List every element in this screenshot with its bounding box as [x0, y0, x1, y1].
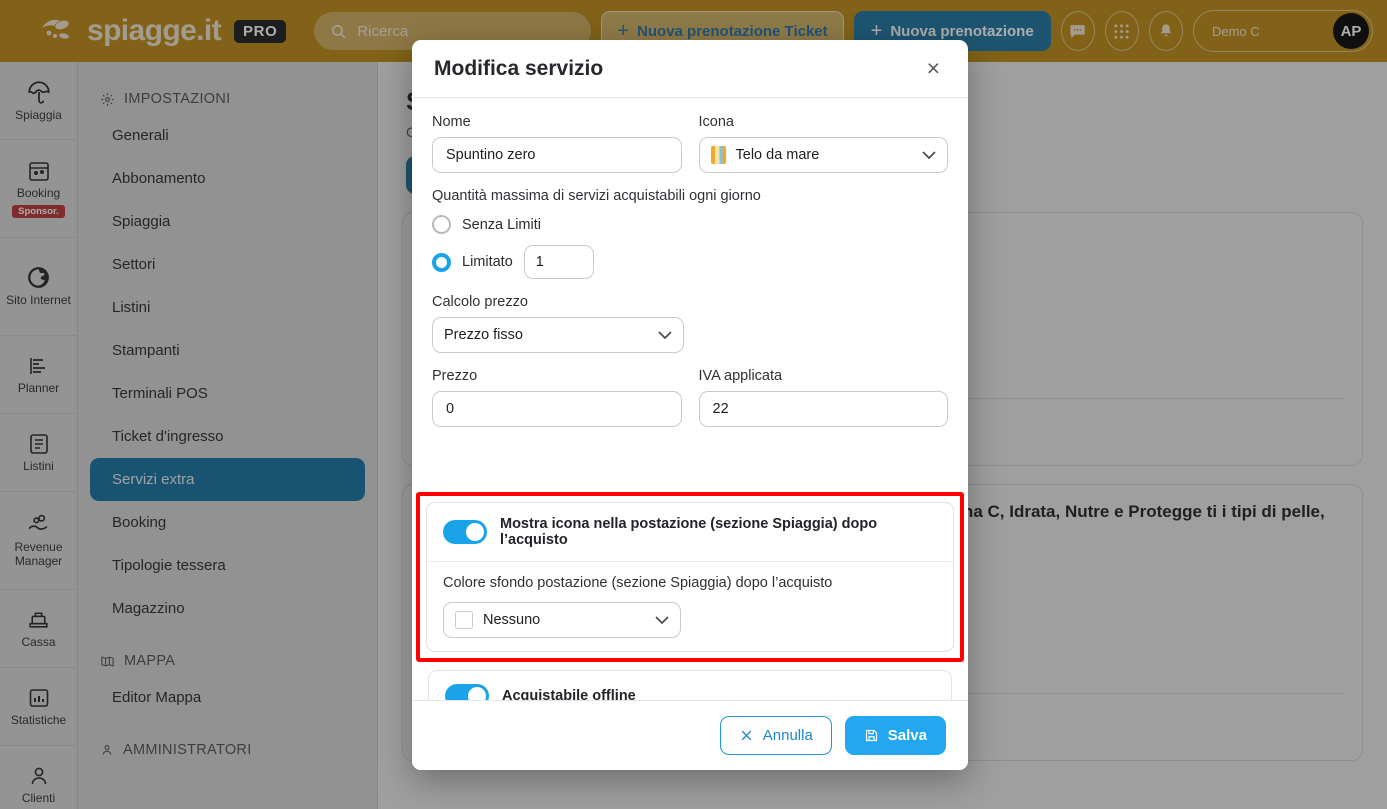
- color-swatch-icon: [455, 611, 473, 629]
- beach-towel-icon: [710, 146, 726, 164]
- colore-sfondo-label: Colore sfondo postazione (sezione Spiagg…: [443, 575, 833, 591]
- icona-select-value-wrap: Telo da mare: [710, 146, 820, 164]
- radio-limitato[interactable]: [432, 252, 451, 272]
- cancel-button[interactable]: Annulla: [719, 716, 832, 755]
- prezzo-field-group: Prezzo 0: [432, 368, 682, 427]
- colore-sfondo-select[interactable]: Nessuno: [443, 602, 681, 638]
- icon-field-group: Icona Telo da mare: [698, 114, 948, 173]
- quantita-label: Quantità massima di servizi acquistabili…: [432, 188, 761, 204]
- acquistabile-offline-label: Acquistabile offline: [502, 688, 636, 700]
- app-root: S C docciadoccia -1 € · Iva 22% le: Con …: [0, 0, 1387, 809]
- chevron-down-icon: [658, 330, 672, 340]
- modal-footer: Annulla Salva: [412, 700, 968, 770]
- icona-value: Telo da mare: [735, 147, 820, 163]
- modal-header: Modifica servizio ×: [412, 40, 968, 98]
- radio-senza-limiti-row[interactable]: Senza Limiti: [432, 215, 948, 234]
- prezzo-label: Prezzo: [432, 368, 478, 384]
- calcolo-prezzo-select[interactable]: Prezzo fisso: [432, 317, 684, 353]
- edit-service-modal: Modifica servizio × Nome Spuntino zero I…: [412, 40, 968, 770]
- save-label: Salva: [887, 727, 927, 744]
- calcolo-prezzo-label: Calcolo prezzo: [432, 294, 528, 310]
- offline-panel: Acquistabile offline Acquistabile nella …: [428, 670, 952, 700]
- radio-limitato-row[interactable]: Limitato 1: [432, 245, 948, 279]
- close-x-icon: [739, 728, 754, 743]
- icona-select[interactable]: Telo da mare: [698, 137, 948, 173]
- radio-senza-limiti[interactable]: [432, 215, 451, 234]
- save-disk-icon: [864, 728, 879, 743]
- save-button[interactable]: Salva: [844, 716, 946, 755]
- radio-senza-limiti-label: Senza Limiti: [462, 216, 541, 233]
- highlighted-section: Mostra icona nella postazione (sezione S…: [416, 492, 964, 662]
- modal-body: Nome Spuntino zero Icona Telo da mare Qu…: [412, 98, 968, 700]
- nome-label: Nome: [432, 114, 471, 130]
- mostra-icona-panel: Mostra icona nella postazione (sezione S…: [426, 502, 954, 652]
- chevron-down-icon: [922, 150, 936, 160]
- name-field-group: Nome Spuntino zero: [432, 114, 682, 173]
- colore-select-value-wrap: Nessuno: [455, 611, 540, 629]
- name-icon-row: Nome Spuntino zero Icona Telo da mare: [432, 114, 948, 173]
- calcolo-prezzo-group: Calcolo prezzo Prezzo fisso: [432, 294, 948, 353]
- mostra-icona-row[interactable]: Mostra icona nella postazione (sezione S…: [427, 503, 953, 561]
- iva-field-group: IVA applicata 22: [698, 368, 948, 427]
- mostra-icona-toggle[interactable]: [443, 520, 487, 544]
- radio-limitato-label: Limitato: [462, 254, 513, 270]
- calcolo-prezzo-value: Prezzo fisso: [444, 327, 523, 343]
- cancel-label: Annulla: [762, 727, 813, 744]
- colore-sfondo-row: Colore sfondo postazione (sezione Spiagg…: [427, 561, 953, 651]
- colore-value: Nessuno: [483, 612, 541, 628]
- mostra-icona-label: Mostra icona nella postazione (sezione S…: [500, 516, 878, 548]
- iva-input[interactable]: 22: [698, 391, 948, 427]
- modal-title: Modifica servizio: [434, 56, 604, 80]
- prezzo-iva-row: Prezzo 0 IVA applicata 22: [432, 368, 948, 427]
- acquistabile-offline-row[interactable]: Acquistabile offline: [429, 671, 951, 700]
- close-icon[interactable]: ×: [921, 53, 946, 84]
- nome-input[interactable]: Spuntino zero: [432, 137, 682, 173]
- acquistabile-offline-toggle[interactable]: [445, 684, 489, 700]
- icona-label: Icona: [698, 114, 734, 130]
- iva-label: IVA applicata: [698, 368, 783, 384]
- limitato-quantity-input[interactable]: 1: [523, 245, 594, 279]
- quantity-group: Quantità massima di servizi acquistabili…: [432, 188, 948, 279]
- chevron-down-icon: [655, 615, 669, 625]
- prezzo-input[interactable]: 0: [432, 391, 682, 427]
